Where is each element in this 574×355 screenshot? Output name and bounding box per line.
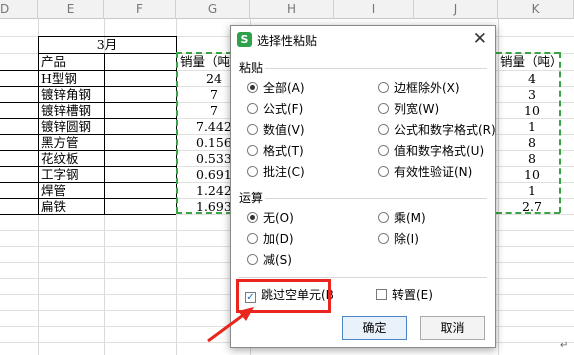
sales-k-cell[interactable]: 1	[500, 183, 564, 199]
radio-icon	[247, 103, 258, 114]
radio-formula-numformat[interactable]: 公式和数字格式(R)	[378, 122, 496, 138]
radio-op-none[interactable]: 无(O)	[247, 210, 294, 226]
radio-selected-icon	[247, 82, 258, 93]
radio-icon	[247, 124, 258, 135]
column-header-g[interactable]: G	[176, 0, 250, 19]
column-header-i[interactable]: I	[334, 0, 414, 19]
radio-except-borders[interactable]: 边框除外(X)	[378, 80, 460, 96]
radio-selected-icon	[247, 212, 258, 223]
highlight-box	[236, 279, 331, 313]
sales-header-k[interactable]: 销量（吨）	[500, 54, 574, 70]
column-header-e[interactable]: E	[38, 0, 104, 19]
sales-k-cell[interactable]: 8	[500, 135, 564, 151]
radio-icon	[378, 124, 389, 135]
sales-k-cell[interactable]: 10	[500, 103, 564, 119]
sales-k-cell[interactable]: 8	[500, 151, 564, 167]
product-cell[interactable]: 花纹板	[41, 151, 103, 167]
radio-column-widths[interactable]: 列宽(W)	[378, 101, 439, 117]
cancel-button[interactable]: 取消	[420, 316, 485, 340]
sales-k-cell[interactable]: 4	[500, 71, 564, 87]
column-header-k[interactable]: K	[498, 0, 574, 19]
radio-op-divide[interactable]: 除(I)	[378, 231, 419, 247]
product-cell[interactable]: H型钢	[41, 71, 103, 87]
product-cell[interactable]: 镀锌圆钢	[41, 119, 103, 135]
radio-op-multiply[interactable]: 乘(M)	[378, 210, 426, 226]
wps-logo-icon: S	[237, 32, 252, 47]
radio-paste-values[interactable]: 数值(V)	[247, 122, 305, 138]
radio-icon	[378, 103, 389, 114]
operation-section-label: 运算	[239, 191, 264, 205]
radio-icon	[378, 233, 389, 244]
radio-paste-formats[interactable]: 格式(T)	[247, 143, 304, 159]
radio-icon	[378, 212, 389, 223]
copy-marquee-top	[176, 52, 232, 54]
paragraph-mark-icon: ↵	[560, 340, 569, 351]
close-icon[interactable]: ✕	[473, 29, 487, 49]
radio-icon	[247, 254, 258, 265]
copy-marquee-right	[559, 52, 561, 213]
radio-paste-all[interactable]: 全部(A)	[247, 80, 305, 96]
product-header[interactable]: 产品	[41, 54, 103, 70]
radio-op-add[interactable]: 加(D)	[247, 231, 294, 247]
radio-icon	[247, 166, 258, 177]
sales-k-cell[interactable]: 3	[500, 87, 564, 103]
transpose-checkbox[interactable]: 转置(E)	[376, 287, 433, 303]
product-cell[interactable]: 镀锌槽钢	[41, 103, 103, 119]
month-header[interactable]: 3月	[38, 37, 176, 53]
radio-paste-comments[interactable]: 批注(C)	[247, 164, 305, 180]
copy-marquee-bottom	[176, 212, 232, 214]
ok-button[interactable]: 确定	[342, 316, 407, 340]
product-cell[interactable]: 黑方管	[41, 135, 103, 151]
radio-icon	[378, 82, 389, 93]
radio-icon	[378, 166, 389, 177]
copy-marquee-left	[176, 52, 178, 213]
copy-marquee-bottom-right	[496, 212, 560, 214]
product-cell[interactable]: 焊管	[41, 183, 103, 199]
product-cell[interactable]: 工字钢	[41, 167, 103, 183]
dialog-titlebar[interactable]: S 选择性粘贴 ✕	[231, 26, 495, 52]
column-header-row: D E F G H I J K	[0, 0, 574, 19]
radio-icon	[247, 145, 258, 156]
product-cell[interactable]: 扁铁	[41, 199, 103, 215]
radio-validation[interactable]: 有效性验证(N)	[378, 164, 472, 180]
radio-icon	[247, 233, 258, 244]
dialog-title: 选择性粘贴	[257, 34, 318, 48]
radio-paste-formula[interactable]: 公式(F)	[247, 101, 303, 117]
radio-values-numformat[interactable]: 值和数字格式(U)	[378, 143, 484, 159]
product-cell[interactable]: 镀锌角钢	[41, 87, 103, 103]
checkbox-icon	[376, 289, 387, 300]
column-header-h[interactable]: H	[250, 0, 334, 19]
sales-k-cell[interactable]: 10	[500, 167, 564, 183]
column-header-d[interactable]: D	[0, 0, 38, 19]
copy-marquee-top-right	[496, 52, 560, 54]
sales-k-cell[interactable]: 1	[500, 119, 564, 135]
paste-section-label: 粘贴	[239, 61, 264, 75]
radio-icon	[378, 145, 389, 156]
radio-op-subtract[interactable]: 减(S)	[247, 252, 292, 268]
column-header-j[interactable]: J	[414, 0, 498, 19]
column-header-f[interactable]: F	[104, 0, 176, 19]
